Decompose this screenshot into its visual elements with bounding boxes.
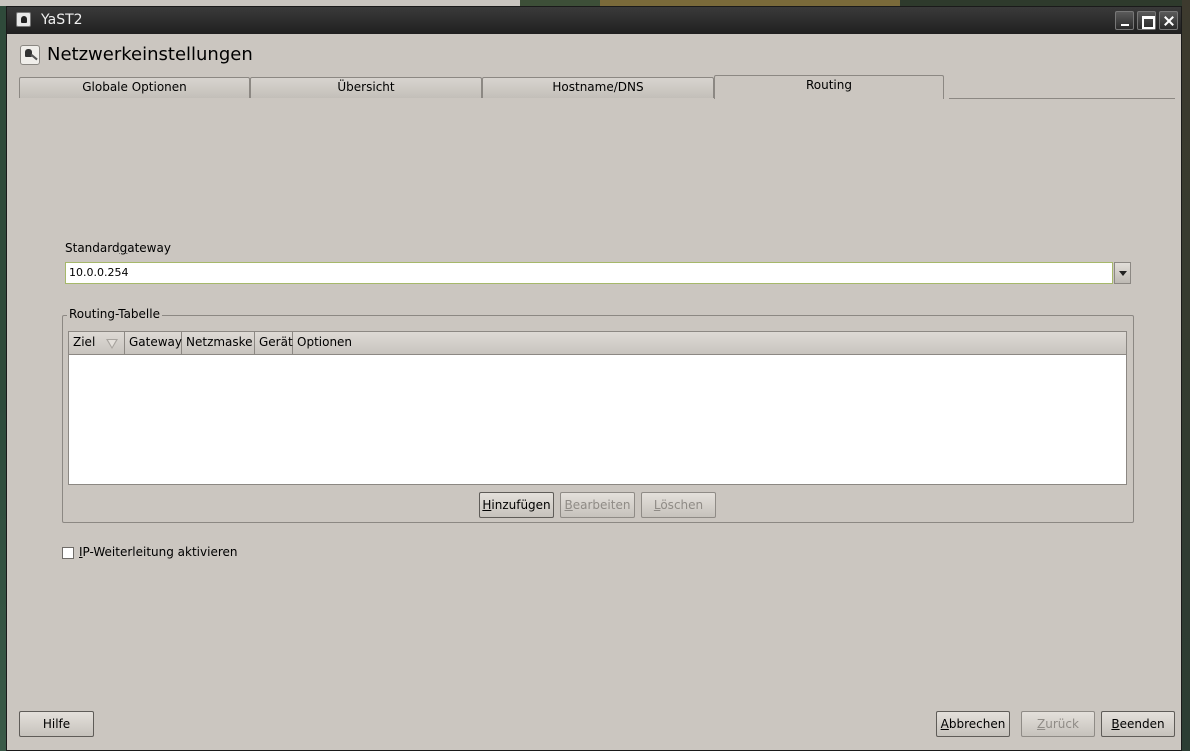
network-settings-icon [20, 45, 40, 65]
column-header-netzmaske[interactable]: Netzmaske [182, 332, 255, 354]
ip-forwarding-label[interactable]: IP-Weiterleitung aktivieren [79, 545, 237, 559]
desktop-background-right [1182, 0, 1190, 751]
maximize-button[interactable] [1137, 11, 1156, 30]
yast-app-icon [16, 12, 31, 27]
standard-gateway-input[interactable]: 10.0.0.254 [65, 262, 1113, 284]
yast-window: YaST2 Netzwerkeinstellungen Globale Opti… [6, 6, 1182, 751]
close-window-button[interactable] [1159, 11, 1178, 30]
tab-uebersicht[interactable]: Übersicht [250, 77, 482, 98]
column-header-ziel[interactable]: Ziel [69, 332, 125, 354]
tab-bar: Globale Optionen Übersicht Hostname/DNS … [19, 75, 1175, 99]
tab-hostname-dns[interactable]: Hostname/DNS [482, 77, 714, 98]
routing-table[interactable]: Ziel Gateway Netzmaske Gerät Optionen [68, 331, 1127, 485]
delete-route-button[interactable]: Löschen [641, 492, 716, 518]
gateway-dropdown-button[interactable] [1114, 262, 1131, 284]
routing-table-legend: Routing-Tabelle [67, 307, 162, 321]
routing-table-header: Ziel Gateway Netzmaske Gerät Optionen [69, 332, 1126, 355]
sort-descending-icon [106, 339, 118, 349]
edit-route-button[interactable]: Bearbeiten [560, 492, 635, 518]
column-header-geraet[interactable]: Gerät [255, 332, 293, 354]
window-title: YaST2 [41, 12, 83, 28]
help-button[interactable]: Hilfe [19, 711, 94, 737]
column-header-gateway[interactable]: Gateway [125, 332, 182, 354]
back-button[interactable]: Zurück [1021, 711, 1095, 737]
column-header-optionen[interactable]: Optionen [293, 332, 1126, 354]
window-titlebar[interactable]: YaST2 [7, 7, 1181, 34]
cancel-button[interactable]: Abbrechen [936, 711, 1010, 737]
tab-routing[interactable]: Routing [714, 75, 944, 99]
ip-forwarding-checkbox[interactable] [62, 547, 74, 559]
add-route-button[interactable]: Hinzufügen [479, 492, 554, 518]
standard-gateway-label: Standardgateway [65, 241, 171, 255]
tab-globale-optionen[interactable]: Globale Optionen [19, 77, 250, 98]
column-header-ziel-label: Ziel [73, 335, 96, 349]
page-title: Netzwerkeinstellungen [47, 44, 253, 65]
finish-button[interactable]: Beenden [1101, 711, 1175, 737]
minimize-button[interactable] [1115, 11, 1134, 30]
